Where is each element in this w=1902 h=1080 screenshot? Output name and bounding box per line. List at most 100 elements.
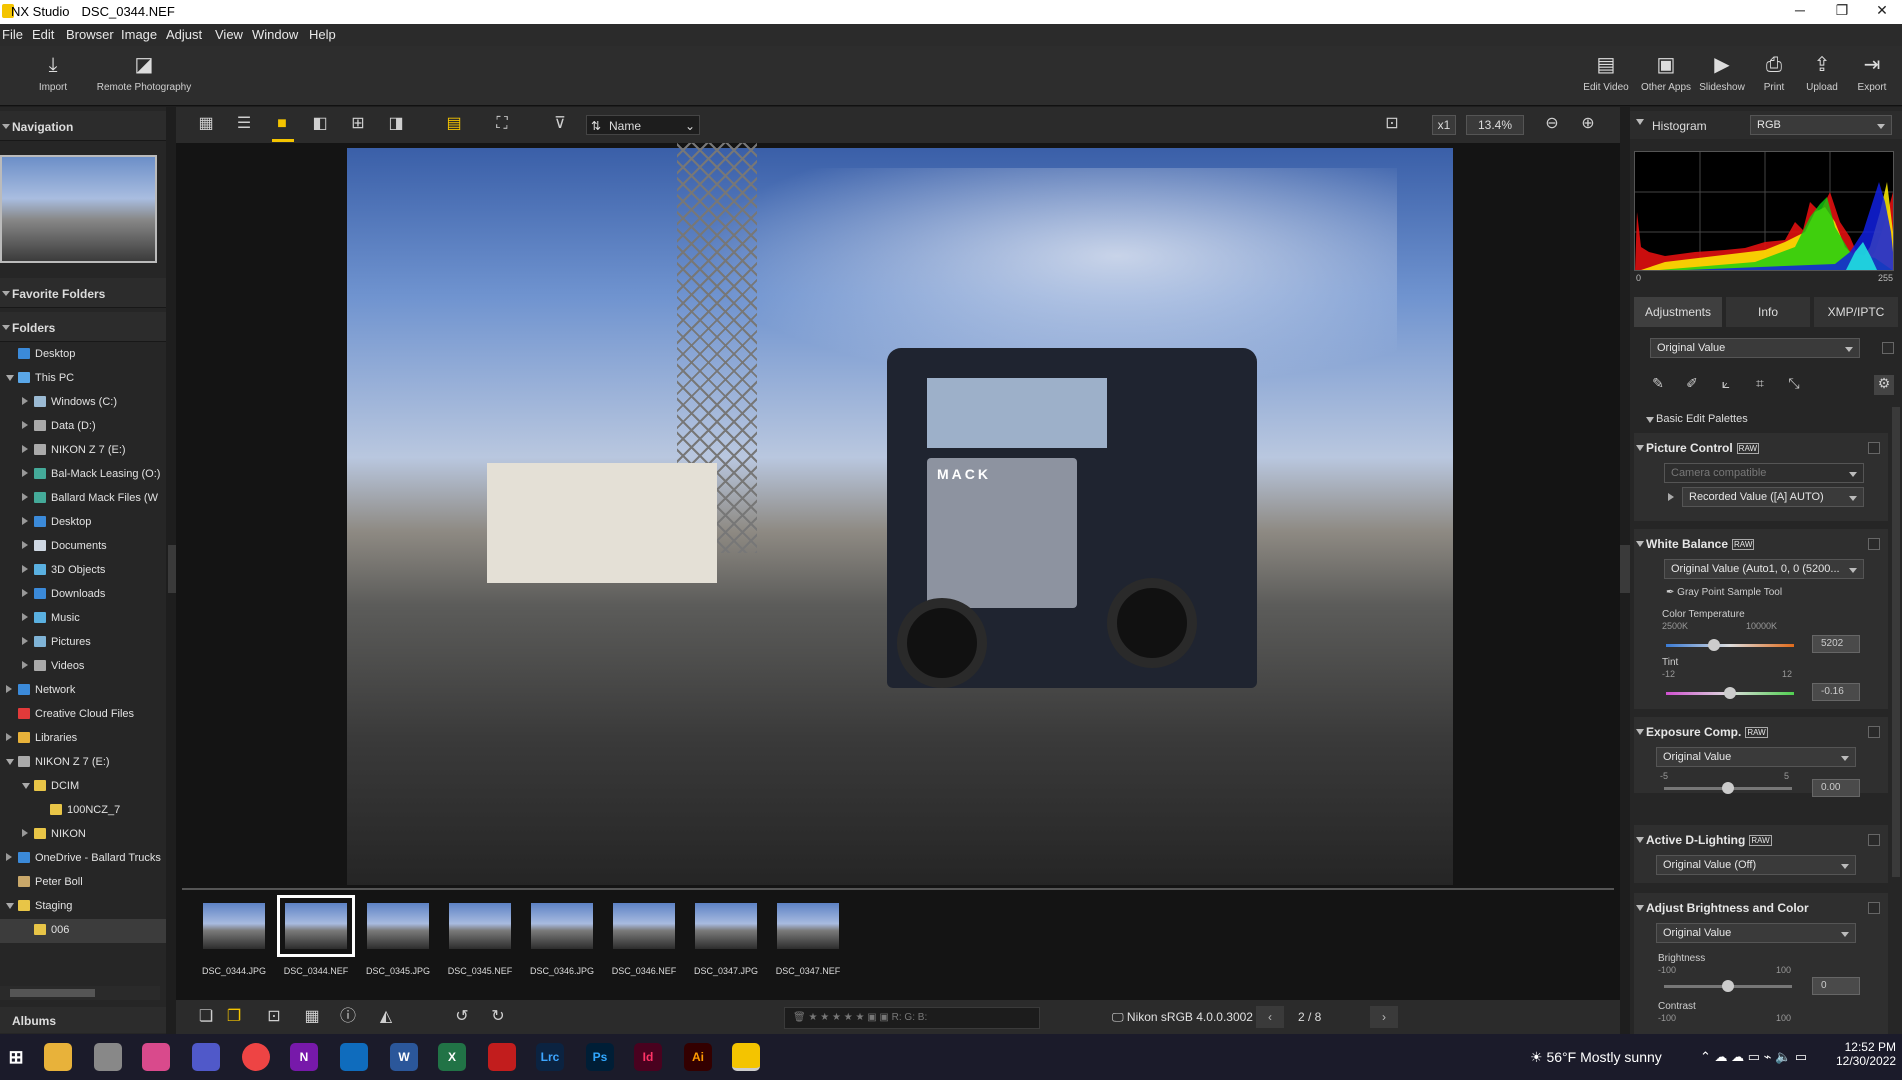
illustrator-icon[interactable]: Ai [684, 1043, 712, 1071]
fit-screen-icon[interactable]: ⊡ [1382, 115, 1402, 133]
expand-arrow-icon[interactable] [22, 783, 30, 789]
compare-view-icon[interactable]: ◧ [310, 115, 330, 133]
info-icon[interactable]: ⓘ [338, 1008, 358, 1026]
zoom-percent-dropdown[interactable]: 13.4% [1466, 115, 1524, 135]
full-screen-icon[interactable]: ⛶ [492, 115, 512, 133]
focus-point-icon[interactable]: ⊡ [264, 1008, 284, 1026]
acrobat-icon[interactable] [488, 1043, 516, 1071]
picture-control-checkbox[interactable] [1868, 442, 1880, 454]
folder-tree-item[interactable]: Peter Boll [0, 871, 166, 895]
collapse-arrow-icon[interactable] [22, 445, 28, 453]
folder-tree-item[interactable]: DCIM [0, 775, 166, 799]
brightness-color-dropdown[interactable]: Original Value [1656, 923, 1856, 943]
slideshow-button[interactable]: ▶ Slideshow [1698, 52, 1746, 93]
before-after-icon[interactable]: ◨ [386, 115, 406, 133]
word-icon[interactable]: W [390, 1043, 418, 1071]
folder-tree-item[interactable]: Windows (C:) [0, 391, 166, 415]
grid-overlay-icon[interactable]: ▦ [302, 1008, 322, 1026]
gray-point-tool[interactable]: ✒ Gray Point Sample Tool [1666, 587, 1782, 598]
collapse-arrow-icon[interactable] [22, 397, 28, 405]
expand-arrow-icon[interactable] [6, 903, 14, 909]
folder-tree-item[interactable]: Ballard Mack Files (W [0, 487, 166, 511]
folder-tree-item[interactable]: 3D Objects [0, 559, 166, 583]
brightness-slider[interactable] [1664, 980, 1792, 992]
collapse-arrow-icon[interactable] [22, 469, 28, 477]
menu-adjust[interactable]: Adjust [166, 27, 202, 42]
settings-gear-icon[interactable]: ⚙ [1874, 375, 1894, 395]
exposure-title[interactable]: Exposure Comp. RAW [1636, 725, 1768, 739]
rating-stars[interactable]: 🗑 ★ ★ ★ ★ ★ ▣ ▣ [793, 1012, 892, 1023]
single-image-view-icon[interactable]: ■ [272, 115, 292, 133]
folder-tree-item[interactable]: Videos [0, 655, 166, 679]
brightness-color-checkbox[interactable] [1868, 902, 1880, 914]
expand-arrow-icon[interactable] [1668, 493, 1674, 501]
collapse-arrow-icon[interactable] [6, 685, 12, 693]
menu-edit[interactable]: Edit [32, 27, 54, 42]
folder-tree-item[interactable]: This PC [0, 367, 166, 391]
outlook-icon[interactable] [340, 1043, 368, 1071]
folder-tree-item[interactable]: Desktop [0, 343, 166, 367]
rotate-right-icon[interactable]: ↻ [488, 1008, 508, 1026]
expand-arrow-icon[interactable] [6, 375, 14, 381]
folder-tree-item[interactable]: Pictures [0, 631, 166, 655]
windows-start-icon[interactable]: ⊞ [2, 1043, 30, 1071]
tint-slider[interactable] [1666, 687, 1794, 699]
excel-icon[interactable]: X [438, 1043, 466, 1071]
tab-xmp-iptc[interactable]: XMP/IPTC [1814, 297, 1898, 327]
menu-file[interactable]: File [2, 27, 23, 42]
brightness-color-title[interactable]: Adjust Brightness and Color [1636, 901, 1809, 915]
list-view-icon[interactable]: ☰ [234, 115, 254, 133]
white-balance-checkbox[interactable] [1868, 538, 1880, 550]
right-panel-collapse-handle[interactable] [1620, 545, 1630, 593]
folder-tree-item[interactable]: Desktop [0, 511, 166, 535]
exposure-dropdown[interactable]: Original Value [1656, 747, 1856, 767]
folder-tree-item[interactable]: Bal-Mack Leasing (O:) [0, 463, 166, 487]
distortion-icon[interactable]: ⤡ [1784, 375, 1804, 395]
navigation-header[interactable]: Navigation [0, 111, 166, 141]
photos-app-icon[interactable] [94, 1043, 122, 1071]
brightness-value[interactable]: 0 [1812, 977, 1860, 995]
brightness-knob[interactable] [1722, 980, 1734, 992]
sort-dropdown[interactable]: ⇅ Name ⌄ [586, 115, 700, 135]
next-image-button[interactable]: › [1370, 1006, 1398, 1028]
folder-tree-item[interactable]: 006 [0, 919, 166, 943]
import-button[interactable]: ⤓ Import [30, 52, 76, 93]
grid-compare-icon[interactable]: ⊞ [348, 115, 368, 133]
filmstrip-thumbnail[interactable] [613, 903, 675, 949]
folder-tree-item[interactable]: Music [0, 607, 166, 631]
crop-icon[interactable]: ⌗ [1750, 375, 1770, 395]
menu-image[interactable]: Image [121, 27, 157, 42]
exposure-knob[interactable] [1722, 782, 1734, 794]
filmstrip-thumbnail[interactable] [367, 903, 429, 949]
menu-window[interactable]: Window [252, 27, 298, 42]
menu-browser[interactable]: Browser [66, 27, 114, 42]
app-launcher-icon[interactable] [142, 1043, 170, 1071]
filmstrip-thumbnail[interactable] [531, 903, 593, 949]
straighten-icon[interactable]: ⟀ [1716, 375, 1736, 395]
picture-control-title[interactable]: Picture Control RAW [1635, 441, 1760, 455]
histogram-overlay-icon[interactable]: ◭ [376, 1008, 396, 1026]
filmstrip-layout-icon[interactable]: ▤ [444, 115, 464, 133]
clock[interactable]: 12:52 PM 12/30/2022 [1836, 1040, 1896, 1068]
white-balance-title[interactable]: White Balance RAW [1635, 537, 1755, 551]
color-temp-knob[interactable] [1708, 639, 1720, 651]
active-d-lighting-dropdown[interactable]: Original Value (Off) [1656, 855, 1856, 875]
retouch-brush-icon[interactable]: ✎ [1648, 375, 1668, 395]
folder-tree-item[interactable]: NIKON Z 7 (E:) [0, 751, 166, 775]
upload-button[interactable]: ⇪ Upload [1802, 52, 1842, 93]
teams-icon[interactable] [192, 1043, 220, 1071]
other-apps-button[interactable]: ▣ Other Apps [1638, 52, 1694, 93]
multi-select-icon[interactable]: ❐ [224, 1008, 244, 1026]
exposure-value[interactable]: 0.00 [1812, 779, 1860, 797]
folder-tree-item[interactable]: NIKON Z 7 (E:) [0, 439, 166, 463]
photoshop-icon[interactable]: Ps [586, 1043, 614, 1071]
nx-studio-taskbar-icon[interactable] [732, 1043, 760, 1071]
collapse-arrow-icon[interactable] [22, 517, 28, 525]
collapse-arrow-icon[interactable] [22, 493, 28, 501]
weather-widget[interactable]: ☀ 56°F Mostly sunny [1530, 1049, 1662, 1066]
folder-tree-item[interactable]: Network [0, 679, 166, 703]
zoom-in-icon[interactable]: ⊕ [1578, 115, 1598, 133]
folders-header[interactable]: Folders [0, 312, 166, 342]
albums-header[interactable]: Albums [0, 1007, 166, 1033]
folder-tree-item[interactable]: Documents [0, 535, 166, 559]
